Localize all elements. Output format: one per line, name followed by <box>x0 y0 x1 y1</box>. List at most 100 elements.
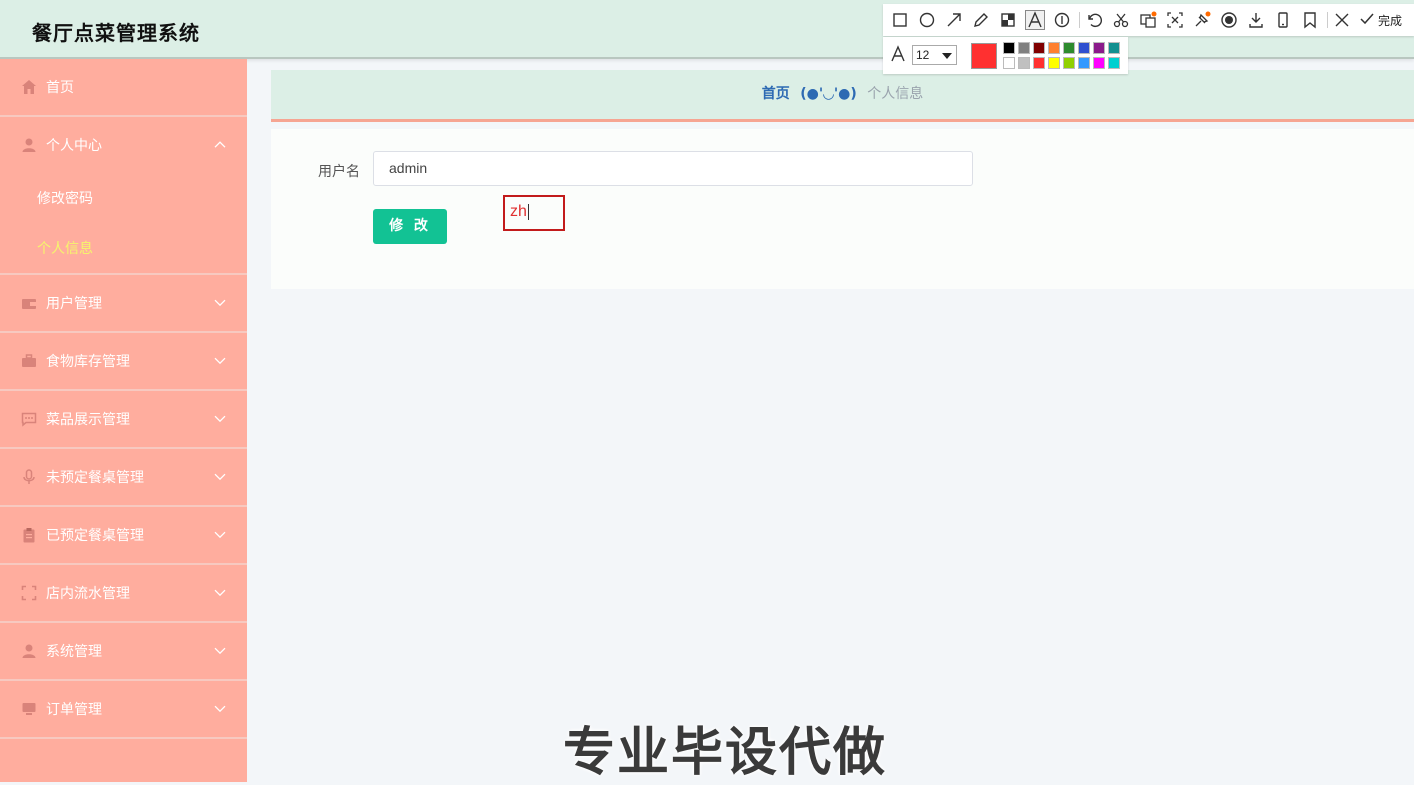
sidebar-item-system-management[interactable]: 系统管理 <box>0 623 247 681</box>
sidebar-item-user-management[interactable]: 用户管理 <box>0 275 247 333</box>
sidebar-item-order-management[interactable]: 订单管理 <box>0 681 247 739</box>
sidebar-item-label: 用户管理 <box>46 296 102 312</box>
color-swatch[interactable] <box>1093 42 1105 54</box>
font-icon <box>891 45 905 62</box>
sidebar-item-label: 个人信息 <box>37 241 93 257</box>
chevron-down-icon <box>214 299 226 307</box>
color-swatch[interactable] <box>1033 57 1045 69</box>
color-swatch[interactable] <box>1093 57 1105 69</box>
home-icon <box>22 80 36 94</box>
mosaic-tool-icon[interactable] <box>999 11 1017 29</box>
color-swatch[interactable] <box>1063 42 1075 54</box>
color-swatch[interactable] <box>1048 42 1060 54</box>
fullscreen-icon <box>21 585 37 601</box>
sidebar-item-label: 系统管理 <box>46 644 102 660</box>
toolbar-divider <box>1327 12 1328 28</box>
download-icon[interactable] <box>1247 11 1265 29</box>
personal-center-submenu: 修改密码 个人信息 <box>0 173 247 275</box>
color-swatch[interactable] <box>1078 42 1090 54</box>
briefcase-icon <box>22 354 36 367</box>
pen-tool-icon[interactable] <box>972 11 990 29</box>
sidebar-item-label: 菜品展示管理 <box>46 412 130 428</box>
font-size-value: 12 <box>916 48 930 62</box>
breadcrumb-home[interactable]: 首页 <box>762 86 790 102</box>
color-swatch[interactable] <box>1003 42 1015 54</box>
pin-icon[interactable] <box>1193 11 1211 29</box>
arrow-tool-icon[interactable] <box>945 11 963 29</box>
sidebar-item-label: 店内流水管理 <box>46 586 130 602</box>
user-icon <box>22 644 36 658</box>
record-icon[interactable] <box>1220 11 1238 29</box>
sidebar-item-unreserved-tables[interactable]: 未预定餐桌管理 <box>0 449 247 507</box>
user-icon <box>22 138 36 152</box>
chevron-down-icon <box>214 705 226 713</box>
clipboard-icon <box>23 528 35 543</box>
monitor-icon <box>22 703 36 715</box>
username-label: 用户名 <box>318 164 360 180</box>
number-marker-icon[interactable] <box>1053 11 1071 29</box>
screenshot-toolbar: 完成 <box>883 4 1414 36</box>
sidebar: 首页 个人中心 修改密码 个人信息 用户管理 食物库存管理 菜品展示管理 未预定… <box>0 59 247 782</box>
annotation-text-box[interactable]: zh <box>503 195 565 231</box>
color-swatch[interactable] <box>1108 57 1120 69</box>
cutout-icon[interactable] <box>1112 11 1130 29</box>
sidebar-item-label: 已预定餐桌管理 <box>46 528 144 544</box>
chevron-up-icon <box>214 141 226 148</box>
save-button[interactable]: 修 改 <box>373 209 447 244</box>
toolbar-divider <box>1079 12 1080 28</box>
color-swatch[interactable] <box>1078 57 1090 69</box>
sidebar-item-label: 个人中心 <box>46 138 102 154</box>
color-swatch[interactable] <box>1018 42 1030 54</box>
profile-form: 用户名 admin 修 改 <box>271 129 1414 289</box>
dropdown-arrow-icon <box>942 53 952 59</box>
color-swatch[interactable] <box>1033 42 1045 54</box>
breadcrumb-separator: (●'◡'●) <box>800 86 857 102</box>
ocr-icon[interactable] <box>1166 11 1184 29</box>
text-caret <box>527 203 529 220</box>
chevron-down-icon <box>214 647 226 655</box>
annotation-text: zh <box>510 203 527 220</box>
bookmark-icon[interactable] <box>1301 11 1319 29</box>
color-swatch[interactable] <box>1018 57 1030 69</box>
phone-icon[interactable] <box>1274 11 1292 29</box>
done-button[interactable]: 完成 <box>1378 12 1402 29</box>
sidebar-item-label: 订单管理 <box>46 702 102 718</box>
microphone-icon <box>23 469 35 484</box>
breadcrumb-current: 个人信息 <box>867 86 924 102</box>
check-icon[interactable] <box>1359 11 1375 27</box>
sidebar-item-personal-info[interactable]: 个人信息 <box>0 223 247 273</box>
chevron-down-icon <box>214 415 226 423</box>
sidebar-item-label: 未预定餐桌管理 <box>46 470 144 486</box>
color-swatch[interactable] <box>1108 42 1120 54</box>
sidebar-item-change-password[interactable]: 修改密码 <box>0 173 247 223</box>
color-swatch[interactable] <box>1003 57 1015 69</box>
close-icon[interactable] <box>1333 11 1351 29</box>
sidebar-item-reserved-tables[interactable]: 已预定餐桌管理 <box>0 507 247 565</box>
font-size-select[interactable]: 12 <box>912 45 957 65</box>
sidebar-item-label: 首页 <box>46 80 74 96</box>
color-swatch[interactable] <box>1063 57 1075 69</box>
rectangle-tool-icon[interactable] <box>891 11 909 29</box>
breadcrumb: 首页 (●'◡'●) 个人信息 <box>271 70 1414 122</box>
sidebar-item-dish-display[interactable]: 菜品展示管理 <box>0 391 247 449</box>
sidebar-item-label: 修改密码 <box>37 191 93 207</box>
chevron-down-icon <box>214 473 226 481</box>
sidebar-item-label: 食物库存管理 <box>46 354 130 370</box>
ellipse-tool-icon[interactable] <box>918 11 936 29</box>
sidebar-item-home[interactable]: 首页 <box>0 59 247 117</box>
current-color-swatch[interactable] <box>971 43 997 69</box>
chevron-down-icon <box>214 357 226 365</box>
text-options-toolbar: 12 <box>883 37 1128 74</box>
translate-icon[interactable] <box>1139 11 1157 29</box>
color-swatch[interactable] <box>1048 57 1060 69</box>
chevron-down-icon <box>214 589 226 597</box>
sidebar-item-store-cashflow[interactable]: 店内流水管理 <box>0 565 247 623</box>
sidebar-item-personal-center[interactable]: 个人中心 <box>0 117 247 173</box>
undo-icon[interactable] <box>1085 11 1103 29</box>
username-field[interactable]: admin <box>373 151 973 186</box>
sidebar-item-food-inventory[interactable]: 食物库存管理 <box>0 333 247 391</box>
watermark-text: 专业毕设代做 <box>563 723 888 783</box>
chevron-down-icon <box>214 531 226 539</box>
wallet-icon <box>22 299 36 309</box>
text-tool-icon[interactable] <box>1025 10 1045 30</box>
